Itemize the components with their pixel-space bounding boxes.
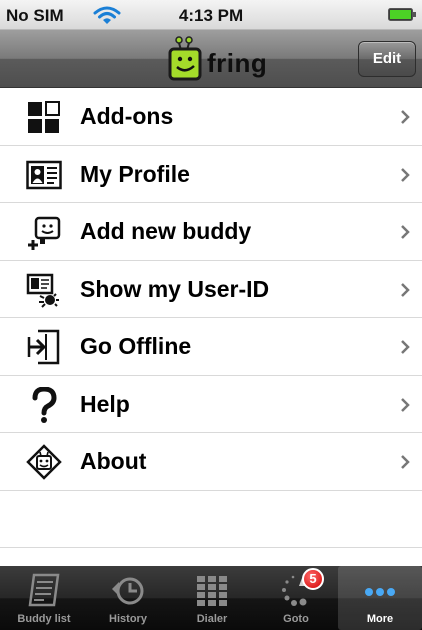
tab-goto[interactable]: 5 Goto [254, 566, 338, 630]
status-bar: No SIM 4:13 PM [0, 0, 422, 30]
tab-buddy-list[interactable]: Buddy list [2, 566, 86, 630]
menu-item-label: Add-ons [80, 103, 174, 129]
clock: 4:13 PM [178, 6, 244, 25]
tab-label: More [366, 613, 394, 625]
tab-label: Goto [283, 613, 309, 625]
empty-list-row [0, 491, 422, 548]
battery-icon [388, 8, 416, 21]
tab-label: Dialer [196, 613, 228, 625]
buddy-list-icon [28, 573, 60, 607]
tab-label: Buddy list [17, 613, 71, 625]
tab-dialer[interactable]: Dialer [170, 566, 254, 630]
tab-bar: Buddy list History Dialer 5 Goto More [0, 566, 422, 630]
add-buddy-icon [28, 216, 61, 250]
chevron-right-icon [401, 225, 410, 239]
menu-item-help[interactable]: Help [0, 375, 422, 433]
menu-item-label: Help [80, 390, 130, 417]
menu-item-my-profile[interactable]: My Profile [0, 145, 422, 203]
menu-item-label: My Profile [80, 160, 190, 187]
addons-icon [28, 101, 60, 133]
tab-history[interactable]: History [86, 566, 170, 630]
menu-item-label: Show my User-ID [80, 275, 270, 302]
menu-item-show-user-id[interactable]: Show my User-ID [0, 260, 422, 318]
user-id-icon [26, 273, 59, 308]
chevron-right-icon [401, 110, 410, 124]
more-icon [365, 588, 395, 596]
tab-label: History [109, 613, 147, 625]
go-offline-icon [27, 329, 60, 365]
navigation-bar: fring Edit [0, 30, 422, 88]
menu-item-addons[interactable]: Add-ons [0, 88, 422, 146]
tab-more[interactable]: More [338, 566, 422, 630]
menu-item-go-offline[interactable]: Go Offline [0, 318, 422, 376]
chevron-right-icon [401, 167, 410, 182]
about-icon [26, 444, 62, 480]
profile-card-icon [26, 160, 62, 189]
goto-badge: 5 [302, 568, 324, 590]
chevron-right-icon [401, 282, 410, 297]
chevron-right-icon [401, 340, 410, 354]
history-icon [112, 577, 144, 605]
menu-item-add-new-buddy[interactable]: Add new buddy [0, 203, 422, 261]
chevron-right-icon [401, 397, 410, 412]
app-title: fring [207, 48, 268, 78]
chevron-right-icon [401, 455, 410, 469]
menu-item-label: Add new buddy [80, 218, 252, 244]
help-icon [32, 386, 57, 423]
menu-item-label: Go Offline [80, 333, 192, 359]
menu-item-about[interactable]: About [0, 433, 422, 491]
more-menu-list: Add-ons My Profile Add new buddy Show my… [0, 88, 422, 548]
dialer-icon [197, 576, 227, 606]
menu-item-label: About [80, 448, 147, 474]
edit-button[interactable]: Edit [358, 41, 416, 77]
